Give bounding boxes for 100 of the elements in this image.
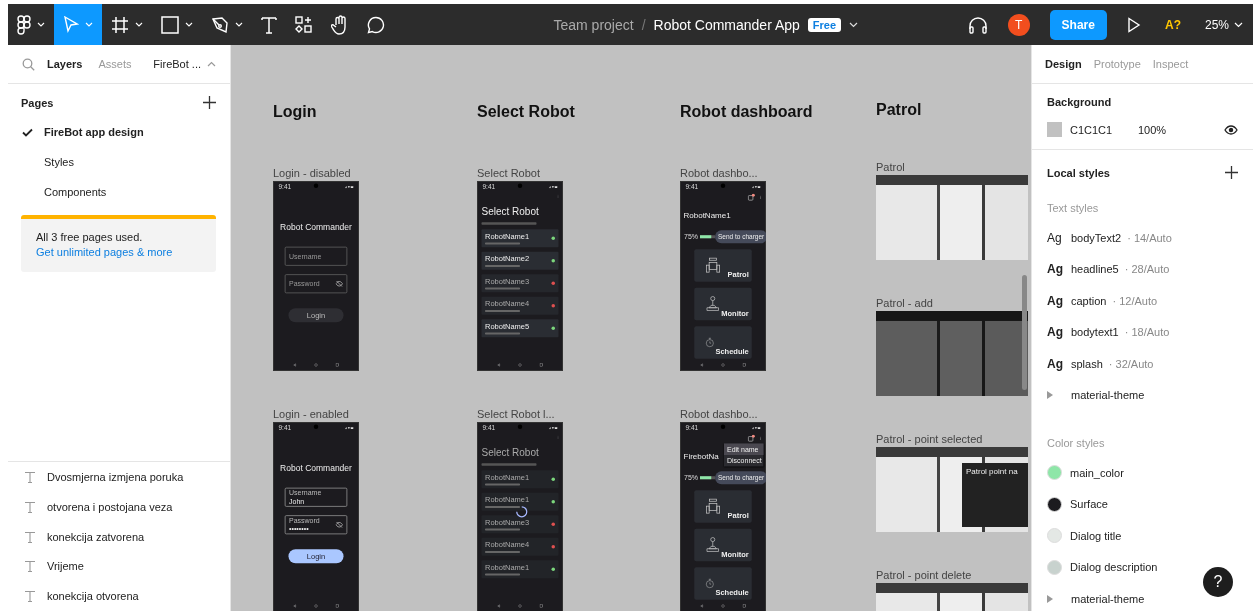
greeked-text-line (485, 265, 520, 267)
add-icon[interactable] (1225, 166, 1238, 179)
frame-label[interactable]: Robot dashbo... (680, 167, 876, 180)
app-title: Robot Commander (279, 222, 353, 232)
status-dot (551, 477, 555, 481)
page-item[interactable]: Components (8, 177, 230, 207)
user-avatar[interactable]: T (1007, 13, 1030, 36)
layer-item[interactable]: konekcija zatvorena (8, 521, 230, 552)
frame-label[interactable]: Patrol (876, 161, 1031, 174)
text-style-sample: Ag (1047, 262, 1064, 277)
color-style-item[interactable]: Surface (1047, 488, 1108, 520)
style-detail: · 32/Auto (1108, 357, 1154, 370)
text-style-sample: Ag (1047, 325, 1064, 340)
help-button[interactable]: ? (1203, 567, 1233, 597)
camera-dot (720, 424, 726, 429)
status-icons (549, 185, 558, 189)
add-icon[interactable] (203, 96, 216, 109)
greeked-text-line (481, 463, 537, 466)
disclosure-triangle-icon (1047, 391, 1053, 400)
style-group[interactable]: material-theme (1047, 583, 1145, 611)
text-layer-icon (24, 590, 36, 603)
text-style-item[interactable]: Ag splash · 32/Auto (1047, 348, 1154, 380)
panel-tab[interactable]: Design (1042, 58, 1085, 70)
section-title: Login (273, 103, 318, 122)
caret-icon[interactable] (849, 21, 859, 28)
play-icon[interactable] (1126, 16, 1141, 33)
color-style-item[interactable]: main_color (1047, 457, 1124, 489)
layer-item[interactable]: Dvosmjerna izmjena poruka (8, 462, 230, 492)
opacity-value[interactable]: 100% (1138, 123, 1224, 136)
text-style-item[interactable]: Ag headline5 · 28/Auto (1047, 253, 1170, 285)
text-layer-icon (24, 530, 36, 543)
robot-name: RobotName1 (683, 211, 731, 221)
color-style-item[interactable]: Dialog description (1047, 551, 1158, 583)
page-item[interactable]: Styles (8, 147, 230, 177)
frame-icon (111, 15, 129, 34)
hand-icon (331, 14, 349, 35)
color-style-item[interactable]: Dialog title (1047, 520, 1122, 552)
status-dot (551, 236, 555, 240)
greeked-text-line (481, 222, 537, 225)
page-item[interactable]: FireBot app design (8, 117, 230, 147)
layer-item[interactable]: konekcija otvorena (8, 581, 230, 611)
camera-dot (313, 183, 319, 188)
greeked-text-line (485, 332, 520, 335)
caret-icon (135, 22, 143, 27)
robot-name: FirebotNa (683, 452, 719, 462)
cursor-arrow-icon (63, 15, 79, 34)
page-menu[interactable]: FireBot ... (153, 58, 216, 70)
frame-label[interactable]: Patrol - add (876, 297, 1031, 310)
status-icons (345, 426, 354, 430)
color-swatch[interactable] (1047, 122, 1062, 137)
comment-icon (367, 15, 385, 34)
frame-label[interactable]: Select Robot l... (477, 408, 680, 421)
text-style-item[interactable]: Ag bodyText2 · 14/Auto (1047, 222, 1172, 254)
scrollbar-thumb[interactable] (1022, 275, 1027, 390)
zoom-menu[interactable]: 25% (1204, 17, 1243, 32)
style-group[interactable]: material-theme (1047, 379, 1145, 411)
status-dot (551, 545, 555, 549)
file-name[interactable]: Robot Commander App (653, 16, 800, 33)
frame-label[interactable]: Login - disabled (273, 167, 477, 180)
caret-icon (207, 61, 216, 67)
notice-text: All 3 free pages used. (36, 231, 144, 243)
greeked-text-line (485, 483, 520, 486)
camera-dot (517, 183, 523, 188)
style-name: caption (1071, 294, 1107, 307)
frame-label[interactable]: Robot dashbo... (680, 408, 876, 421)
frame-label[interactable]: Patrol - point selected (876, 433, 1031, 446)
frame-label[interactable]: Login - enabled (273, 408, 477, 421)
text-style-sample: Ag (1047, 293, 1064, 308)
greeked-text-line (485, 242, 520, 245)
status-icons (549, 426, 558, 430)
layer-item[interactable]: otvorena i postojana veza (8, 491, 230, 522)
camera-dot (517, 424, 523, 429)
project-name[interactable]: Team project (553, 16, 634, 33)
eye-icon[interactable] (1224, 124, 1238, 135)
status-dot (551, 259, 555, 263)
status-dot (551, 522, 555, 526)
pen-icon (211, 15, 229, 34)
layer-item[interactable]: Vrijeme (8, 551, 230, 582)
color-hex-value[interactable]: C1C1C1 (1070, 123, 1138, 136)
components-icon (295, 15, 313, 34)
text-style-item[interactable]: Ag bodytext1 · 18/Auto (1047, 316, 1170, 348)
panel-tab[interactable]: Layers (43, 58, 87, 70)
style-name: splash (1071, 357, 1103, 370)
upgrade-link[interactable]: Get unlimited pages & more (36, 246, 201, 258)
style-name: bodyText2 (1071, 231, 1122, 244)
text-style-sample: Ag (1047, 356, 1064, 371)
caret-icon (235, 22, 243, 27)
search-icon[interactable] (22, 57, 35, 71)
greeked-text-line (485, 506, 520, 508)
plan-badge: Free (807, 17, 842, 32)
headphones-icon[interactable] (967, 15, 988, 34)
status-icons (752, 185, 761, 189)
style-name: Dialog description (1070, 561, 1158, 574)
dialog-title: Patrol point na (962, 463, 1028, 527)
frame-label[interactable]: Select Robot (477, 167, 680, 180)
text-layer-icon (24, 500, 36, 513)
status-dot (551, 567, 555, 571)
frame-label[interactable]: Patrol - point delete (876, 569, 1031, 582)
missing-fonts-button[interactable]: A? (1160, 17, 1185, 32)
text-style-item[interactable]: Ag caption · 12/Auto (1047, 285, 1158, 317)
